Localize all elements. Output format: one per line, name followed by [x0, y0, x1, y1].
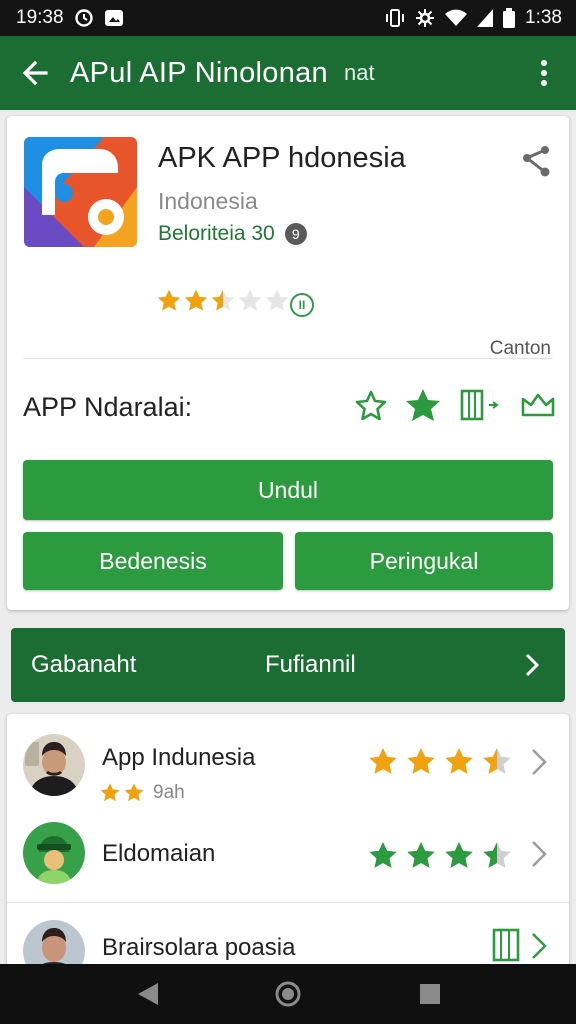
app-bar: APul AIP Ninolonan nat — [0, 36, 576, 110]
category-row: Beloriteia 30 9 — [158, 222, 307, 246]
bookmark-icon[interactable] — [459, 389, 503, 426]
signal-icon — [477, 9, 494, 27]
app-rating-stars — [156, 288, 290, 314]
back-nav-icon[interactable] — [134, 980, 162, 1008]
rate-icons — [355, 388, 555, 427]
android-avatar-icon — [23, 822, 85, 884]
rate-app-label: APP Ndaralai: — [23, 392, 193, 422]
category-label: Beloriteia 30 — [158, 222, 275, 245]
list-item-rating — [367, 746, 513, 778]
app-bar-subtitle: nat — [344, 60, 375, 85]
arrow-left-icon — [22, 60, 48, 86]
star-icon — [481, 746, 513, 778]
section-header[interactable]: Gabanaht Fufiannil — [11, 628, 565, 702]
details-button[interactable]: Bedenesis — [23, 532, 283, 590]
star-icon — [264, 288, 290, 314]
alarm-icon — [74, 8, 94, 28]
content-rating-label: Canton — [489, 338, 551, 359]
star-icon — [367, 746, 399, 778]
list-item-title: Eldomaian — [102, 840, 216, 867]
rating-info-icon[interactable]: II — [290, 293, 314, 317]
envelope-icon[interactable] — [521, 391, 555, 424]
status-time-left: 19:38 — [16, 7, 64, 28]
list-item[interactable]: Eldomaian — [7, 812, 569, 904]
bookmark-icon[interactable] — [491, 928, 521, 967]
section-center-label: Fufiannil — [265, 651, 356, 678]
star-icon — [481, 840, 513, 872]
status-right: 1:38 — [385, 7, 562, 29]
list-item-subtitle-row: 9ah — [99, 782, 185, 804]
star-outline-icon[interactable] — [355, 390, 387, 425]
chevron-right-icon — [532, 933, 547, 959]
list-item-rating — [367, 840, 513, 872]
notification-icon — [104, 9, 124, 27]
divider — [23, 358, 553, 359]
category-badge: 9 — [284, 223, 307, 245]
star-icon — [156, 288, 182, 314]
list-item-subtitle: 9ah — [153, 782, 185, 803]
star-icon — [405, 840, 437, 872]
home-nav-icon[interactable] — [274, 980, 302, 1008]
navigation-bar — [0, 964, 576, 1024]
app-bar-title: APul AIP Ninolonan — [70, 56, 328, 89]
star-icon — [183, 288, 209, 314]
app-detail-card: APK APP hdonesia Indonesia Beloriteia 30… — [7, 116, 569, 610]
divider — [7, 902, 569, 903]
battery-icon — [503, 8, 516, 28]
wifi-icon — [445, 9, 468, 27]
star-icon — [237, 288, 263, 314]
app-logo-icon — [24, 137, 137, 247]
settings-icon — [415, 8, 435, 28]
share-icon — [523, 146, 550, 177]
download-button[interactable]: Undul — [23, 460, 553, 520]
vibrate-icon — [385, 8, 405, 28]
share-button[interactable] — [519, 144, 555, 180]
star-icon — [123, 782, 145, 804]
overflow-menu-button[interactable] — [526, 50, 562, 96]
section-left-label: Gabanaht — [31, 651, 137, 678]
star-icon — [443, 840, 475, 872]
update-button[interactable]: Peringukal — [295, 532, 553, 590]
developer-name[interactable]: Indonesia — [158, 188, 258, 215]
dot-icon — [541, 80, 547, 86]
star-icon — [210, 288, 236, 314]
dot-icon — [541, 60, 547, 66]
list-item[interactable]: App Indunesia 9ah — [7, 714, 569, 812]
list-item-title: Brairsolara poasia — [102, 934, 296, 961]
list-item-title: App Indunesia — [102, 744, 256, 771]
sub-rating-stars — [99, 782, 145, 804]
recents-nav-icon[interactable] — [416, 980, 444, 1008]
back-button[interactable] — [0, 36, 70, 110]
star-icon — [367, 840, 399, 872]
star-icon — [405, 746, 437, 778]
man-avatar-icon — [23, 734, 85, 796]
chevron-right-icon — [525, 653, 540, 677]
star-icon — [99, 782, 121, 804]
app-name: APK APP hdonesia — [158, 142, 406, 174]
status-bar: 19:38 1:38 — [0, 0, 576, 36]
status-time-right: 1:38 — [525, 7, 562, 28]
dot-icon — [541, 70, 547, 76]
chevron-right-icon — [532, 841, 547, 867]
chevron-right-icon — [532, 749, 547, 775]
status-left: 19:38 — [16, 7, 124, 29]
star-icon — [443, 746, 475, 778]
star-filled-icon[interactable] — [405, 388, 441, 427]
